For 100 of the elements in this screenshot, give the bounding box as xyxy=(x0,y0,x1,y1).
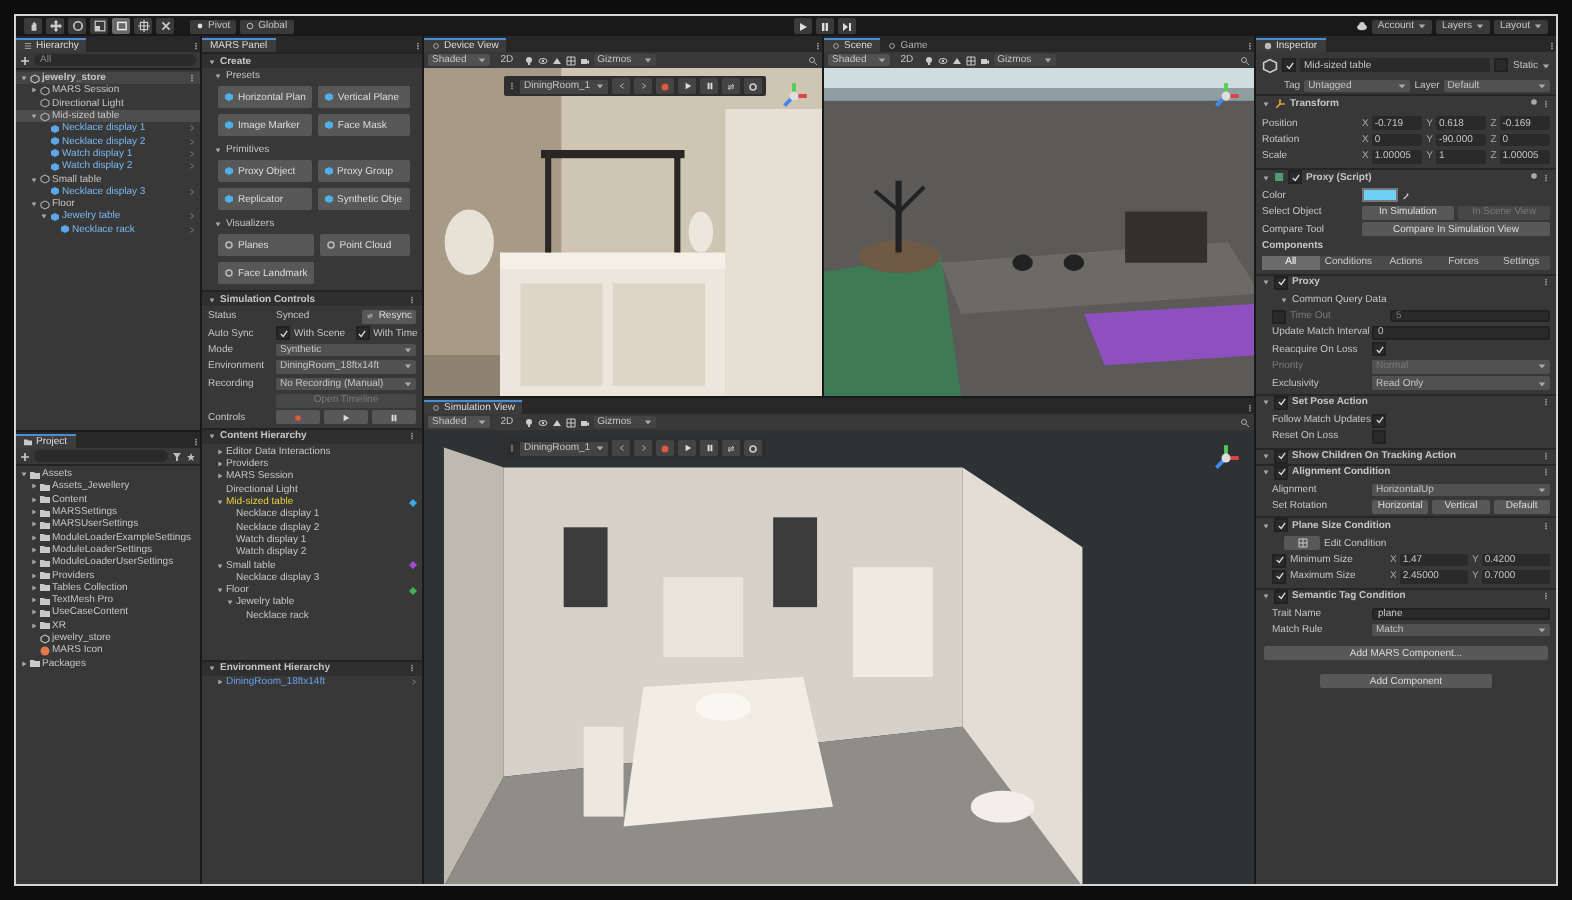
add-icon[interactable] xyxy=(20,55,30,65)
camera-icon[interactable] xyxy=(579,55,590,65)
caret-icon xyxy=(1043,56,1052,64)
search-icon[interactable] xyxy=(808,55,818,65)
pause-icon xyxy=(390,413,398,422)
foldout-arrow-icon[interactable] xyxy=(30,482,38,491)
foldout-arrow-icon[interactable] xyxy=(30,495,38,504)
settings-button[interactable] xyxy=(744,78,763,94)
add-icon[interactable] xyxy=(20,451,30,461)
foldout-arrow-icon[interactable] xyxy=(30,545,38,554)
star-icon[interactable] xyxy=(186,451,196,461)
search-field[interactable] xyxy=(34,450,168,462)
eye-icon[interactable] xyxy=(537,55,548,65)
previous-button[interactable] xyxy=(612,78,631,94)
record-button[interactable] xyxy=(656,78,675,94)
next-button[interactable] xyxy=(634,440,653,456)
tool-button[interactable] xyxy=(24,18,42,34)
foldout-arrow-icon[interactable] xyxy=(30,200,38,209)
foldout-arrow-icon[interactable] xyxy=(214,219,222,227)
pause-button[interactable] xyxy=(700,440,719,456)
checkbox[interactable] xyxy=(1372,413,1386,428)
checkbox[interactable] xyxy=(355,326,370,341)
light-icon[interactable] xyxy=(523,55,534,65)
play-button[interactable] xyxy=(678,78,697,94)
axis-gizmo-icon[interactable] xyxy=(1210,80,1242,112)
globe-icon xyxy=(246,22,255,30)
foldout-arrow-icon[interactable] xyxy=(30,621,38,630)
tool-button[interactable] xyxy=(112,18,130,34)
foldout-arrow-icon[interactable] xyxy=(30,520,38,529)
edit-button[interactable] xyxy=(1284,536,1320,551)
cube-icon xyxy=(224,166,234,176)
grid-icon[interactable] xyxy=(965,55,976,65)
playback-button[interactable] xyxy=(324,410,368,425)
foldout-arrow-icon[interactable] xyxy=(30,112,38,121)
foldout-arrow-icon[interactable] xyxy=(40,212,48,221)
foldout-arrow-icon[interactable] xyxy=(30,508,38,517)
checkbox[interactable] xyxy=(1274,275,1288,290)
foldout-arrow-icon[interactable] xyxy=(30,583,38,592)
eyedropper-icon[interactable] xyxy=(1402,191,1410,200)
eye-icon[interactable] xyxy=(937,55,948,65)
sync-button[interactable] xyxy=(722,78,741,94)
foldout-arrow-icon[interactable] xyxy=(30,558,38,567)
search-icon[interactable] xyxy=(1240,417,1250,427)
grid-icon[interactable] xyxy=(565,417,576,427)
checkbox[interactable] xyxy=(1282,58,1296,72)
rect-tool-icon xyxy=(115,20,127,32)
playmode-button[interactable] xyxy=(837,18,856,34)
foldout-arrow-icon[interactable] xyxy=(30,571,38,580)
record-button[interactable] xyxy=(656,440,675,456)
foldout-arrow-icon[interactable] xyxy=(30,608,38,617)
foldout-arrow-icon[interactable] xyxy=(20,659,28,668)
checkbox[interactable] xyxy=(1288,170,1302,185)
tool-button[interactable] xyxy=(134,18,152,34)
playmode-button[interactable] xyxy=(793,18,812,34)
playback-button[interactable] xyxy=(372,410,416,425)
foldout-arrow-icon[interactable] xyxy=(208,57,216,65)
pause-button[interactable] xyxy=(700,78,719,94)
camera-icon[interactable] xyxy=(579,417,590,427)
foldout-arrow-icon[interactable] xyxy=(30,86,38,95)
checkbox[interactable] xyxy=(1274,518,1288,533)
light-icon[interactable] xyxy=(923,55,934,65)
tool-button[interactable] xyxy=(68,18,86,34)
camera-icon[interactable] xyxy=(979,55,990,65)
eye-icon[interactable] xyxy=(537,417,548,427)
color-swatch[interactable] xyxy=(1362,188,1398,203)
sync-button[interactable] xyxy=(722,440,741,456)
previous-button[interactable] xyxy=(612,440,631,456)
foldout-arrow-icon[interactable] xyxy=(30,596,38,605)
transform-icon xyxy=(1274,98,1286,111)
check-icon xyxy=(1277,278,1285,287)
tool-button[interactable] xyxy=(156,18,174,34)
playmode-button[interactable] xyxy=(815,18,834,34)
foldout-arrow-icon[interactable] xyxy=(214,145,222,153)
foldout-arrow-icon[interactable] xyxy=(20,470,28,479)
foldout-arrow-icon[interactable] xyxy=(30,533,38,542)
grid-icon[interactable] xyxy=(565,55,576,65)
checkbox[interactable] xyxy=(1274,589,1288,604)
tool-button[interactable] xyxy=(90,18,108,34)
checkbox[interactable] xyxy=(1274,395,1288,410)
playback-button[interactable] xyxy=(276,410,320,425)
cloud-icon[interactable] xyxy=(1355,20,1368,32)
light-icon[interactable] xyxy=(523,417,534,427)
foldout-arrow-icon[interactable] xyxy=(20,74,28,83)
foldout-arrow-icon[interactable] xyxy=(30,175,38,184)
settings-button[interactable] xyxy=(744,440,763,456)
search-icon[interactable] xyxy=(1240,55,1250,65)
caret-icon xyxy=(1538,82,1547,91)
tool-button[interactable] xyxy=(46,18,64,34)
checkbox[interactable] xyxy=(1272,569,1286,584)
foldout-arrow-icon[interactable] xyxy=(208,295,216,303)
checkbox[interactable] xyxy=(1372,342,1386,357)
checkbox[interactable] xyxy=(1274,465,1288,480)
checkbox[interactable] xyxy=(1272,553,1286,567)
axis-gizmo-icon[interactable] xyxy=(1210,442,1242,474)
checkbox[interactable] xyxy=(276,326,290,341)
cube-icon xyxy=(224,120,234,130)
checkbox[interactable] xyxy=(1274,449,1288,464)
foldout-arrow-icon[interactable] xyxy=(214,71,222,79)
next-button[interactable] xyxy=(634,78,653,94)
play-button[interactable] xyxy=(678,440,697,456)
